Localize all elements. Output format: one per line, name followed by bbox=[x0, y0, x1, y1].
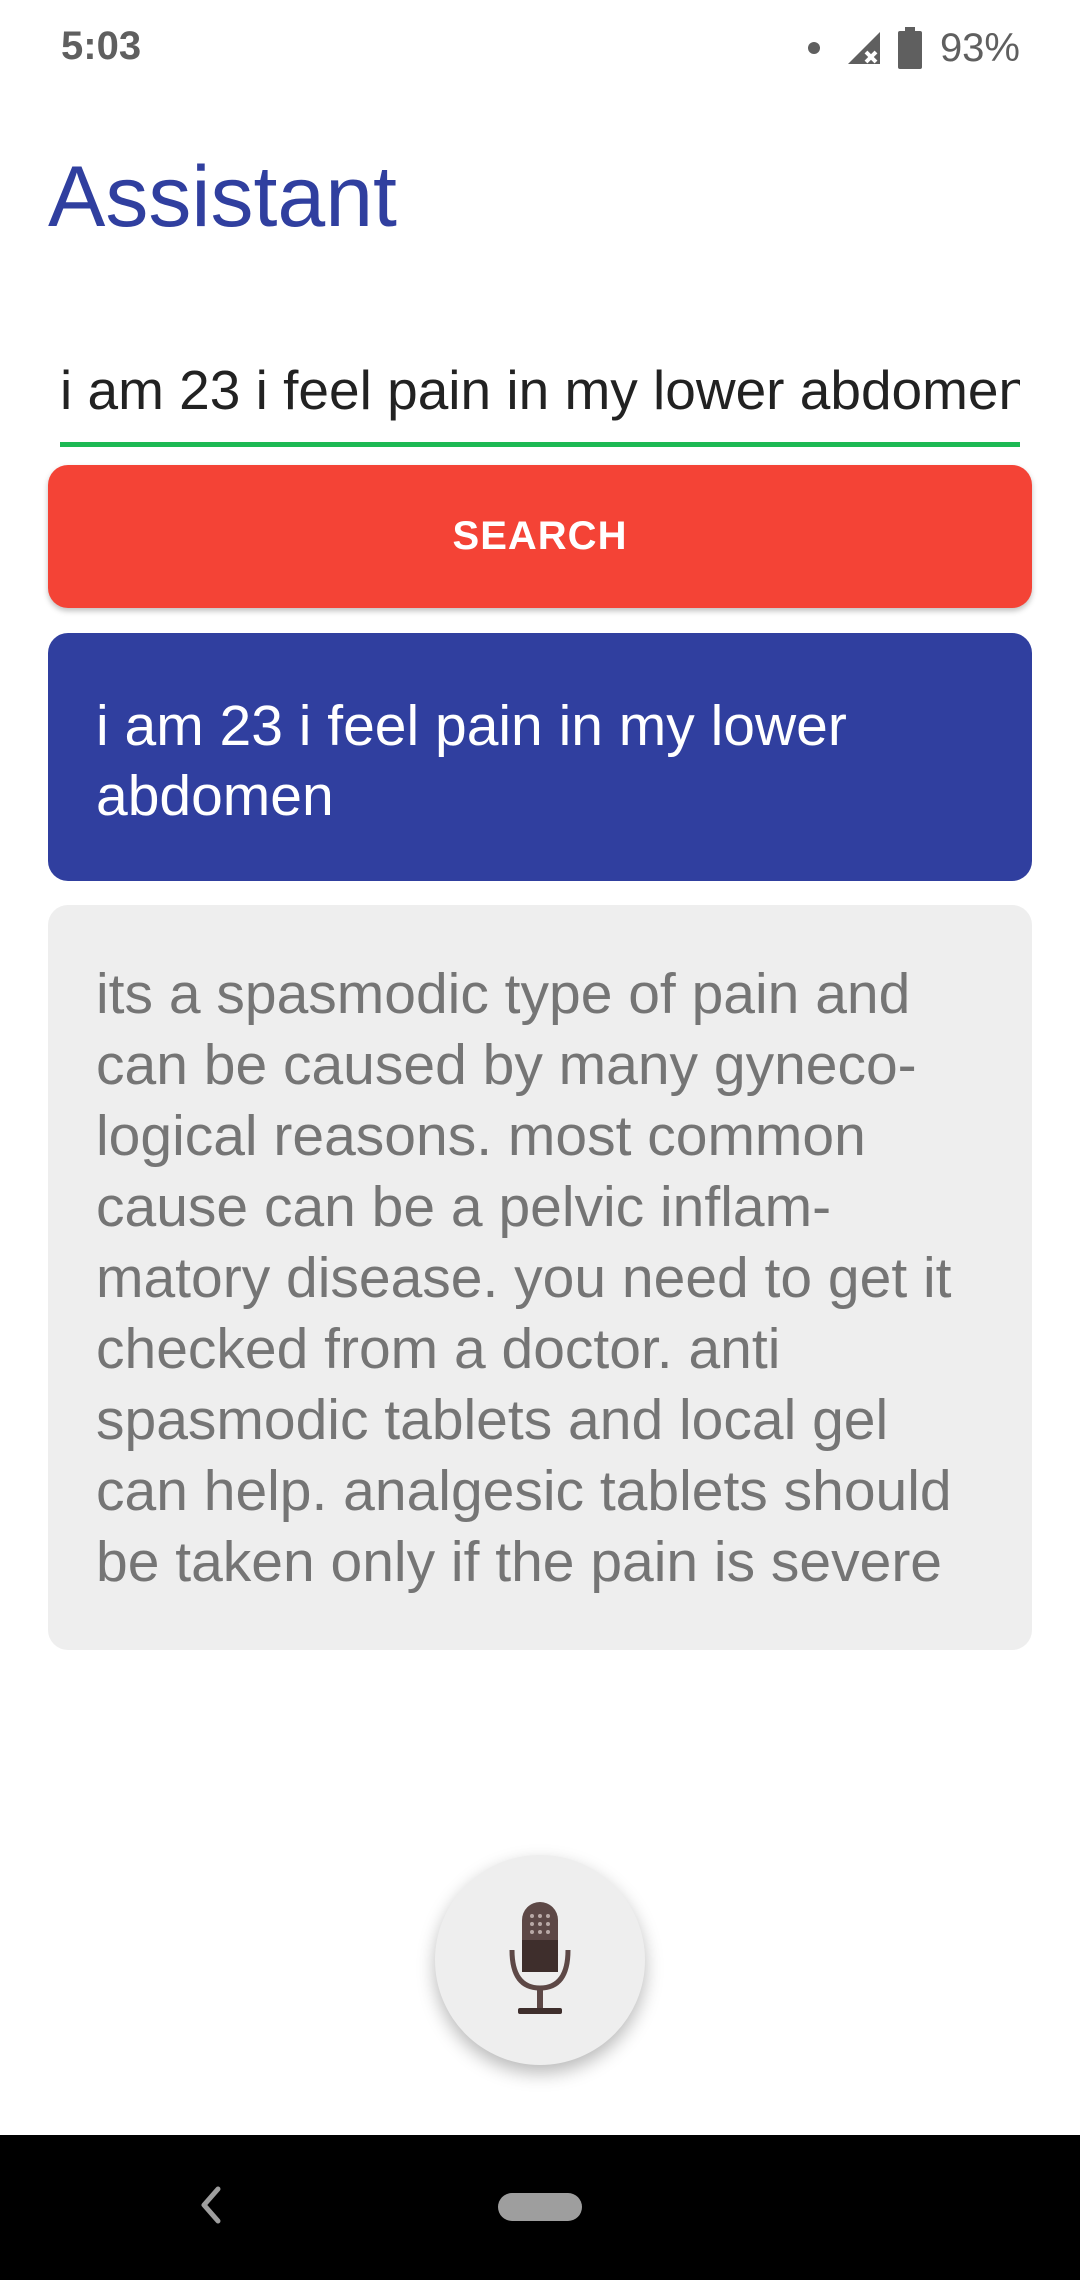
status-icons: 93% bbox=[807, 22, 1020, 74]
microphone-button[interactable] bbox=[435, 1855, 645, 2065]
search-button[interactable]: SEARCH bbox=[48, 465, 1032, 608]
signal-no-data-icon bbox=[847, 32, 880, 64]
status-bar: 5:03 93% bbox=[0, 0, 1080, 100]
user-message-bubble: i am 23 i feel pain in my lower abdomen bbox=[48, 633, 1032, 881]
assistant-reply-bubble: its a spasmodic type of pain and can be … bbox=[48, 905, 1032, 1650]
status-time: 5:03 bbox=[61, 24, 142, 68]
battery-percent: 93% bbox=[939, 25, 1020, 70]
back-icon[interactable] bbox=[190, 2175, 230, 2235]
user-message-text: i am 23 i feel pain in my lower abdomen bbox=[96, 694, 847, 828]
battery-icon bbox=[897, 27, 922, 69]
page-title: Assistant bbox=[48, 149, 397, 245]
notification-dot-icon bbox=[807, 42, 820, 54]
microphone-icon bbox=[509, 1902, 571, 2014]
query-field-container bbox=[60, 350, 1020, 447]
query-input[interactable] bbox=[60, 350, 1020, 430]
assistant-reply-text: its a spasmodic type of pain and can be … bbox=[96, 962, 952, 1594]
home-pill-icon[interactable] bbox=[498, 2193, 582, 2221]
navigation-bar bbox=[0, 2135, 1080, 2280]
